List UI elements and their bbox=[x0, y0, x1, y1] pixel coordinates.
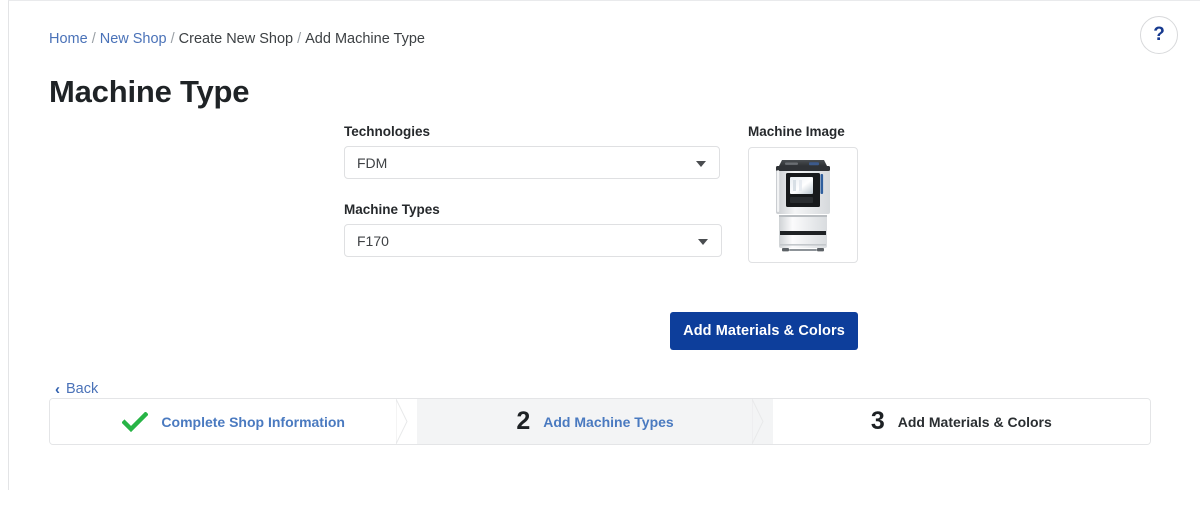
breadcrumb-item-new-shop[interactable]: New Shop bbox=[100, 31, 167, 47]
help-icon[interactable]: ? bbox=[1140, 16, 1178, 54]
step-content: 2 Add Machine Types bbox=[516, 409, 673, 434]
step-content: 3 Add Materials & Colors bbox=[871, 409, 1052, 434]
add-materials-colors-button[interactable]: Add Materials & Colors bbox=[670, 312, 858, 350]
breadcrumb: Home / New Shop / Create New Shop / Add Machin… bbox=[49, 29, 425, 49]
3d-printer-icon bbox=[776, 160, 830, 252]
breadcrumb-item-create-new-shop[interactable]: Create New Shop bbox=[179, 31, 293, 47]
breadcrumb-separator: / bbox=[91, 31, 96, 47]
machine-image-label: Machine Image bbox=[748, 124, 845, 139]
breadcrumb-item-home[interactable]: Home bbox=[49, 31, 88, 47]
stepper-step-add-machine-types[interactable]: 2 Add Machine Types bbox=[417, 399, 774, 444]
back-link-label: Back bbox=[66, 381, 99, 397]
step-divider-arrow bbox=[751, 399, 774, 444]
technologies-field-group: Technologies FDM bbox=[344, 124, 724, 179]
chevron-down-icon bbox=[696, 160, 706, 167]
technologies-label: Technologies bbox=[344, 124, 431, 139]
stepper-step-complete-shop-information[interactable]: Complete Shop Information bbox=[50, 399, 418, 444]
breadcrumb-separator: / bbox=[170, 31, 175, 47]
step-number: 3 bbox=[870, 407, 885, 435]
field-spacer bbox=[344, 179, 724, 202]
machine-image-block: Machine Image bbox=[748, 124, 858, 263]
step-content: Complete Shop Information bbox=[122, 411, 345, 432]
back-link[interactable]: ‹ Back bbox=[55, 381, 98, 397]
step-label: Add Machine Types bbox=[543, 413, 674, 430]
machine-types-selected-value: F170 bbox=[357, 232, 389, 249]
app-page: ? Home / New Shop / Create New Shop / Add Mach… bbox=[0, 0, 1200, 507]
step-number: 2 bbox=[516, 407, 531, 435]
technologies-selected-value: FDM bbox=[357, 154, 388, 171]
breadcrumb-separator: / bbox=[297, 31, 302, 47]
machine-types-label: Machine Types bbox=[344, 202, 440, 217]
breadcrumb-item-add-machine-type: Add Machine Type bbox=[305, 31, 425, 47]
wizard-stepper: Complete Shop Information 2 Add Machine … bbox=[49, 398, 1151, 445]
step-divider-arrow bbox=[396, 399, 418, 444]
chevron-left-icon: ‹ bbox=[55, 380, 60, 398]
machine-type-form: Technologies FDM Machine Types F170 bbox=[344, 124, 724, 257]
step-label: Add Materials & Colors bbox=[897, 413, 1052, 430]
machine-image-frame bbox=[748, 147, 858, 263]
check-icon bbox=[122, 411, 149, 432]
technologies-select[interactable]: FDM bbox=[344, 146, 720, 179]
chevron-down-icon bbox=[698, 238, 708, 245]
page-title: Machine Type bbox=[49, 74, 250, 109]
stepper-step-add-materials-colors[interactable]: 3 Add Materials & Colors bbox=[772, 399, 1150, 444]
machine-types-field-group: Machine Types F170 bbox=[344, 202, 724, 257]
machine-types-select[interactable]: F170 bbox=[344, 224, 722, 257]
help-icon-glyph: ? bbox=[1153, 24, 1165, 45]
step-label: Complete Shop Information bbox=[161, 413, 345, 430]
